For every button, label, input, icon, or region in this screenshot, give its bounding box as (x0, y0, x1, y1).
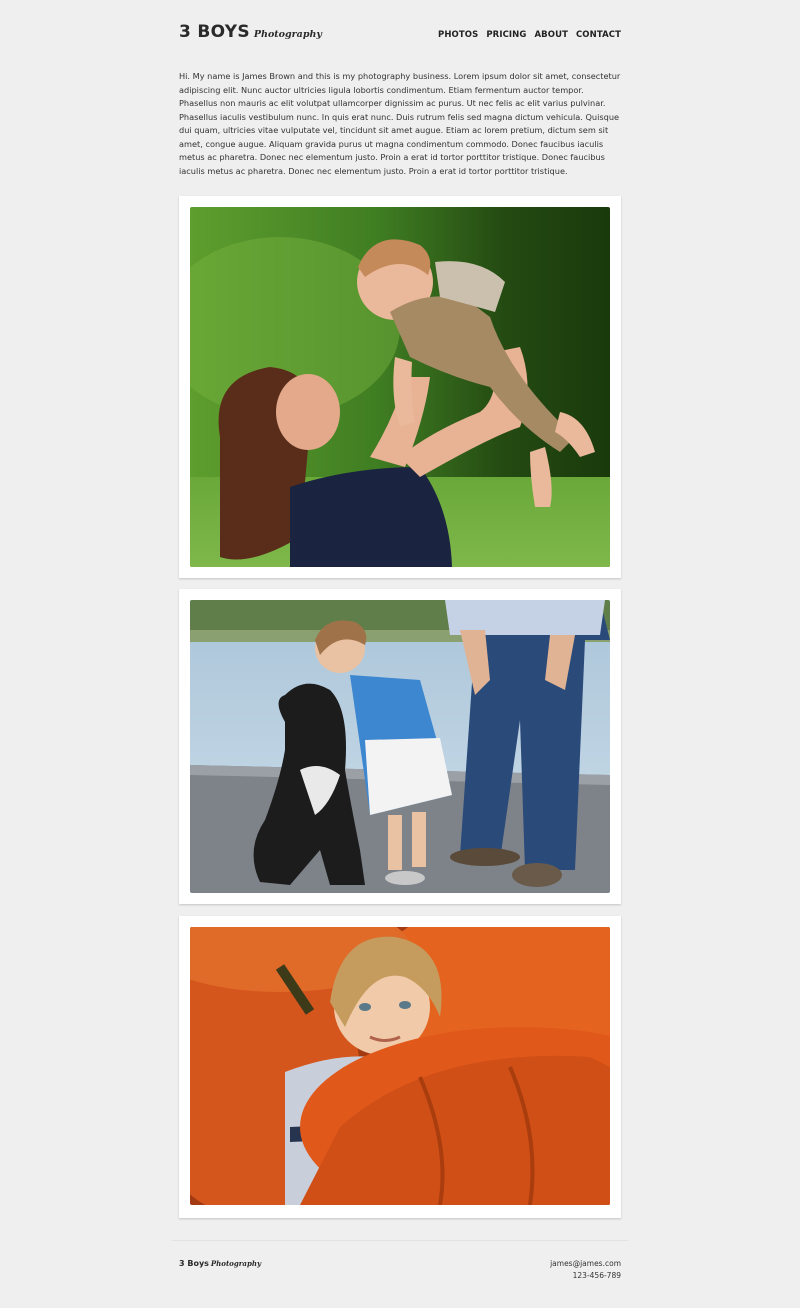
nav-about[interactable]: ABOUT (534, 30, 567, 40)
nav-photos[interactable]: PHOTOS (438, 30, 478, 40)
main-nav: PHOTOS PRICING ABOUT CONTACT (438, 30, 621, 40)
logo-sub-text: Photography (253, 29, 322, 40)
site-logo[interactable]: 3 BOYS Photography (179, 22, 322, 42)
photo-card-child-pumpkins[interactable] (179, 916, 621, 1218)
intro-paragraph: Hi. My name is James Brown and this is m… (179, 71, 621, 176)
photo-card-mother-baby[interactable] (179, 196, 621, 578)
photo-card-girl-dog[interactable] (179, 589, 621, 904)
footer-phone: 123-456-789 (572, 1270, 621, 1280)
footer-contact: james@james.com 123-456-789 (550, 1258, 621, 1281)
photo-mother-baby (190, 207, 610, 567)
photo-child-pumpkins (190, 927, 610, 1205)
footer-logo-main: 3 Boys (179, 1259, 209, 1268)
footer-email[interactable]: james@james.com (550, 1258, 621, 1270)
logo-main-text: 3 BOYS (179, 22, 250, 42)
nav-pricing[interactable]: PRICING (486, 30, 526, 40)
footer-divider (172, 1240, 628, 1241)
page: 3 BOYS Photography PHOTOS PRICING ABOUT … (0, 0, 800, 1308)
nav-contact[interactable]: CONTACT (576, 30, 621, 40)
footer-logo[interactable]: 3 Boys Photography (179, 1259, 261, 1268)
footer-logo-sub: Photography (210, 1259, 262, 1268)
photo-girl-dog (190, 600, 610, 893)
